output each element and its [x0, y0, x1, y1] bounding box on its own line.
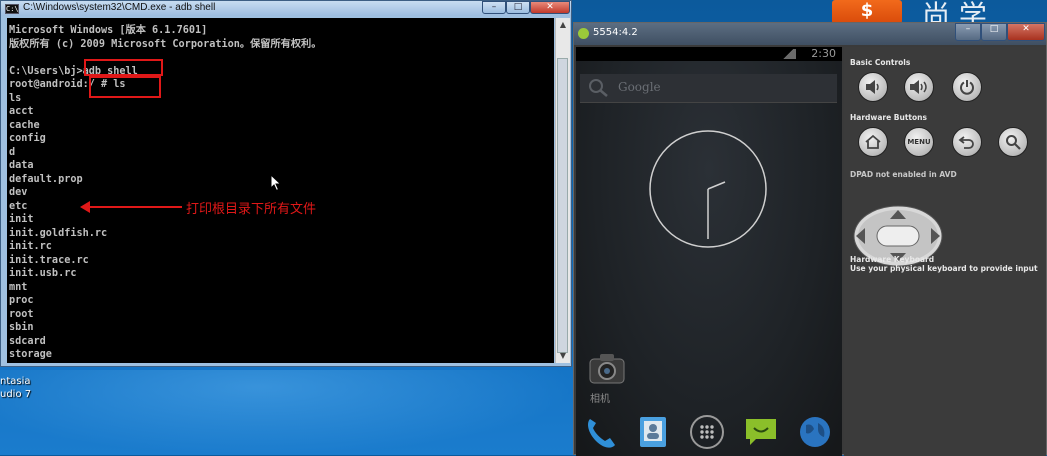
console-icon: C:\	[5, 4, 19, 14]
volume-up-icon	[910, 80, 927, 94]
console-line: ls	[9, 92, 22, 104]
console-line: etc	[9, 200, 28, 212]
emulator-titlebar[interactable]: 5554:4.2 – □ ✕	[574, 23, 1046, 45]
console-line: 版权所有 (c) 2009 Microsoft Corporation。保留所有…	[9, 38, 322, 50]
scroll-down-arrow-icon[interactable]: ▼	[556, 349, 570, 363]
android-status-bar: 2:30	[576, 47, 842, 61]
analog-clock-widget[interactable]	[648, 129, 768, 249]
desktop-icon-label[interactable]: udio 7	[0, 389, 31, 400]
maximize-button[interactable]: □	[506, 1, 530, 14]
vertical-scrollbar[interactable]: ▲ ▼	[555, 18, 570, 363]
scrollbar-thumb[interactable]	[557, 58, 568, 353]
console-line: storage	[9, 349, 52, 360]
android-screen[interactable]: 2:30 Google 相机	[576, 47, 842, 456]
annotation-text: 打印根目录下所有文件	[186, 202, 317, 217]
console-line: data	[9, 160, 34, 171]
search-placeholder: Google	[618, 80, 661, 94]
background-app-logo: $	[832, 0, 902, 24]
search-icon	[1006, 135, 1021, 150]
menu-button[interactable]: MENU	[904, 127, 934, 157]
console-line: init.trace.rc	[9, 254, 89, 266]
minimize-button[interactable]: –	[482, 1, 506, 14]
emulator-window: 5554:4.2 – □ ✕ 2:30 Google 相机 Basic Cont…	[573, 22, 1047, 456]
mouse-cursor-icon	[270, 174, 282, 192]
console-line: sbin	[9, 322, 34, 333]
console-line: root	[9, 308, 34, 320]
console-line: Microsoft Windows [版本 6.1.7601]	[9, 25, 208, 36]
console-line: cache	[9, 119, 40, 131]
close-button[interactable]: ✕	[530, 1, 570, 14]
highlight-ls-command	[89, 76, 161, 98]
back-icon	[958, 136, 974, 149]
back-button[interactable]	[952, 127, 982, 157]
console-line: config	[9, 133, 46, 144]
volume-up-button[interactable]	[904, 72, 934, 102]
console-line: proc	[9, 295, 34, 306]
desktop-background	[0, 370, 575, 455]
status-time: 2:30	[811, 47, 836, 60]
power-icon	[960, 80, 974, 95]
power-button[interactable]	[952, 72, 982, 102]
volume-down-icon	[866, 80, 879, 94]
cmd-window: C:\ C:\Windows\system32\CMD.exe - adb sh…	[0, 0, 572, 367]
console-line: init.rc	[9, 241, 52, 252]
hardware-buttons-label: Hardware Buttons	[850, 113, 927, 122]
console-line: init.goldfish.rc	[9, 227, 108, 239]
annotation-arrow-line	[86, 206, 182, 208]
dock	[576, 407, 842, 456]
search-icon	[589, 79, 608, 97]
console-line: init	[9, 214, 34, 225]
console-line: dev	[9, 187, 28, 198]
home-button[interactable]	[858, 127, 888, 157]
console-line: init.usb.rc	[9, 268, 77, 279]
console-line: sdcard	[9, 335, 46, 347]
menu-button-label: MENU	[907, 138, 931, 146]
keyboard-hint: Use your physical keyboard to provide in…	[850, 264, 1038, 273]
scroll-up-arrow-icon[interactable]: ▲	[556, 18, 570, 32]
console-line: acct	[9, 106, 34, 117]
maximize-button[interactable]: □	[981, 23, 1007, 41]
highlight-adb-shell	[84, 59, 163, 76]
hardware-keyboard-label: Hardware Keyboard	[850, 255, 935, 264]
messaging-icon[interactable]	[742, 413, 780, 451]
search-button[interactable]	[998, 127, 1028, 157]
contacts-icon[interactable]	[634, 413, 672, 451]
android-icon	[578, 28, 589, 39]
phone-icon[interactable]	[582, 413, 620, 451]
emulator-control-panel: Basic Controls Hardware Buttons MENU DPA…	[844, 47, 1046, 456]
camera-icon[interactable]	[588, 351, 626, 385]
close-button[interactable]: ✕	[1007, 23, 1045, 41]
home-icon	[865, 134, 881, 149]
console-line: d	[9, 146, 16, 158]
cmd-window-title: C:\Windows\system32\CMD.exe - adb shell	[23, 2, 216, 13]
desktop-icon-label[interactable]: ntasia	[0, 376, 31, 387]
cmd-titlebar[interactable]: C:\ C:\Windows\system32\CMD.exe - adb sh…	[1, 1, 571, 16]
console-line: mnt	[9, 281, 28, 293]
volume-down-button[interactable]	[858, 72, 888, 102]
browser-icon[interactable]	[796, 413, 834, 451]
basic-controls-label: Basic Controls	[850, 58, 911, 67]
minimize-button[interactable]: –	[955, 23, 981, 41]
camera-label: 相机	[590, 394, 610, 405]
dpad-status-label: DPAD not enabled in AVD	[850, 170, 957, 179]
console-line: default.prop	[9, 173, 83, 185]
emulator-title: 5554:4.2	[593, 27, 638, 38]
app-drawer-icon[interactable]	[688, 413, 726, 451]
google-search-bar[interactable]: Google	[580, 74, 837, 103]
signal-icon	[780, 49, 796, 59]
